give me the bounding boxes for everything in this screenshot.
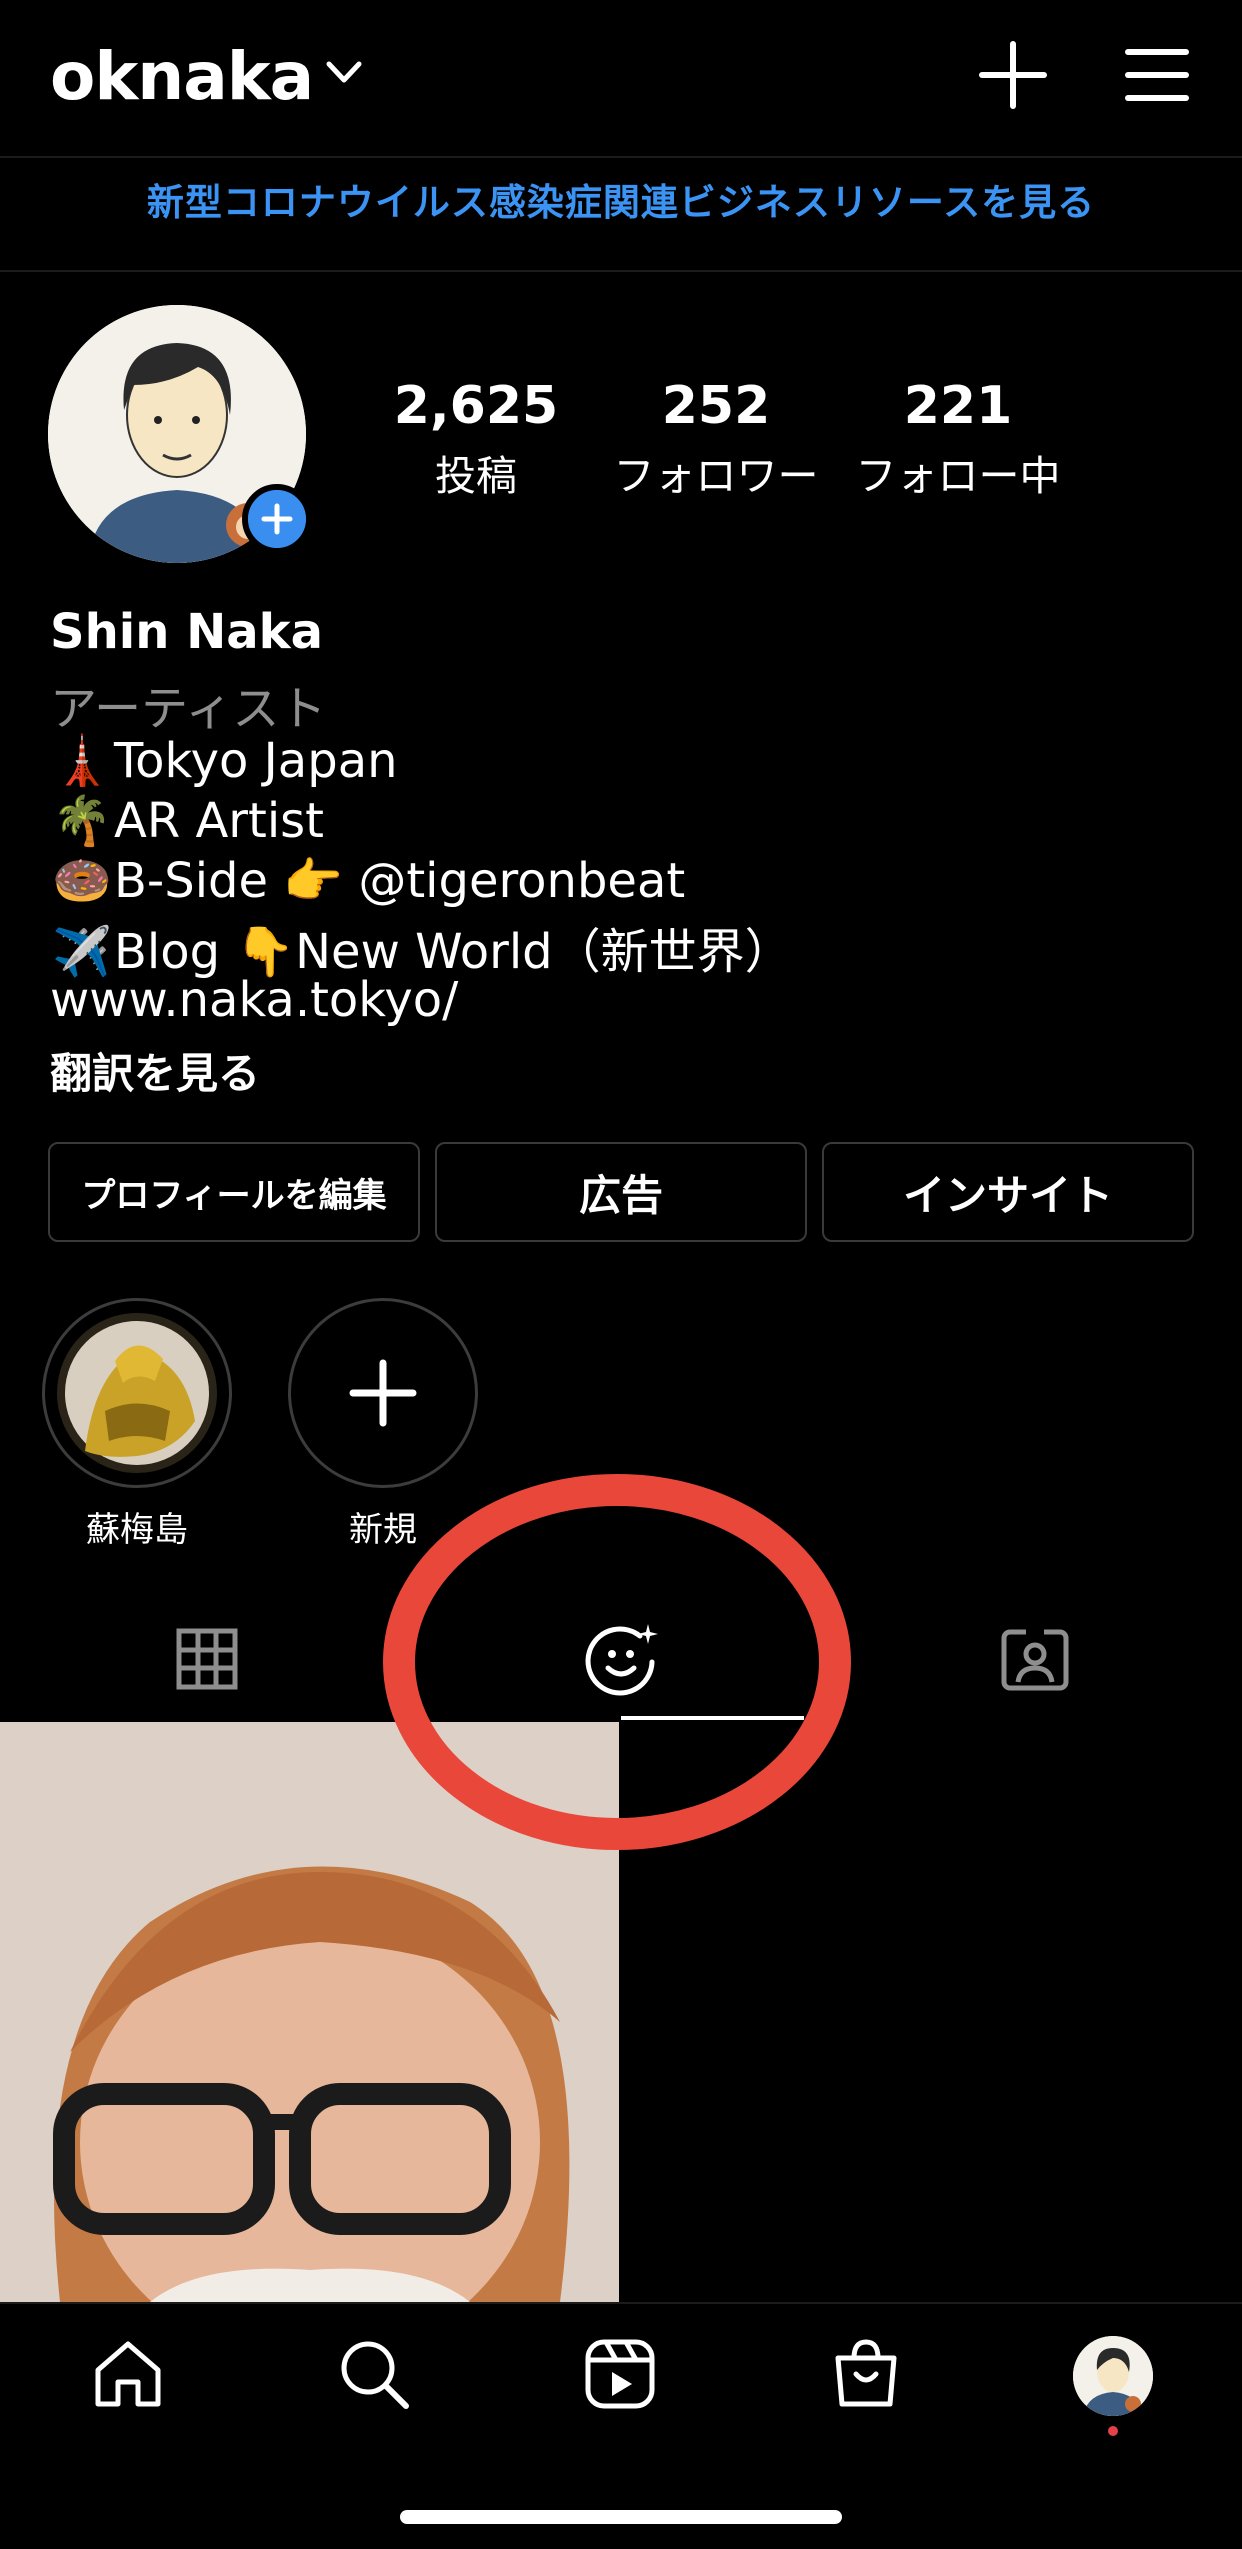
bio-line[interactable]: 🍩B-Side 👉 @tigeronbeat bbox=[50, 852, 685, 909]
tagged-portrait-icon[interactable] bbox=[1000, 1626, 1070, 1692]
avatar-illustration bbox=[1073, 2336, 1153, 2416]
bio-line: 🗼Tokyo Japan bbox=[50, 732, 398, 789]
ads-button[interactable]: 広告 bbox=[435, 1142, 807, 1242]
followers-label[interactable]: フォロワー bbox=[586, 442, 846, 502]
profile-category: アーティスト bbox=[50, 682, 327, 737]
bio-text: AR Artist bbox=[114, 793, 324, 849]
covid-resources-link[interactable]: 新型コロナウイルス感染症関連ビジネスリソースを見る bbox=[0, 172, 1242, 226]
palm-tree-icon: 🌴 bbox=[52, 793, 112, 849]
reels-icon[interactable] bbox=[584, 2338, 656, 2410]
posts-count[interactable]: 2,625 bbox=[346, 376, 606, 436]
following-count[interactable]: 221 bbox=[828, 376, 1088, 436]
plus-icon bbox=[349, 1359, 417, 1427]
menu-icon[interactable] bbox=[1124, 44, 1190, 106]
highlight-new-button[interactable] bbox=[288, 1298, 478, 1488]
profile-tab-avatar[interactable] bbox=[1073, 2336, 1153, 2416]
home-icon[interactable] bbox=[92, 2338, 164, 2410]
bio-text: Tokyo Japan bbox=[114, 733, 398, 789]
grid-icon[interactable] bbox=[176, 1628, 238, 1690]
posts-label[interactable]: 投稿 bbox=[346, 442, 606, 502]
ads-label: 広告 bbox=[578, 1170, 663, 1220]
edit-profile-label: プロフィールを編集 bbox=[81, 1175, 387, 1216]
website-link[interactable]: www.naka.tokyo/ bbox=[50, 972, 458, 1028]
highlight-cover-image bbox=[57, 1313, 217, 1473]
insights-button[interactable]: インサイト bbox=[822, 1142, 1194, 1242]
insights-label: インサイト bbox=[902, 1170, 1113, 1220]
chevron-down-icon[interactable] bbox=[324, 58, 364, 88]
banner-divider bbox=[0, 270, 1242, 272]
search-icon[interactable] bbox=[338, 2338, 410, 2410]
shop-icon[interactable] bbox=[830, 2336, 902, 2410]
highlight-samui-label[interactable]: 蘇梅島 bbox=[42, 1502, 232, 1551]
followers-count[interactable]: 252 bbox=[586, 376, 846, 436]
bio-line: 🌴AR Artist bbox=[50, 792, 324, 849]
tokyo-tower-icon: 🗼 bbox=[52, 733, 112, 789]
edit-profile-button[interactable]: プロフィールを編集 bbox=[48, 1142, 420, 1242]
create-post-icon[interactable] bbox=[978, 40, 1048, 110]
highlight-samui[interactable] bbox=[42, 1298, 232, 1488]
profile-name: Shin Naka bbox=[50, 604, 323, 660]
header-divider bbox=[0, 156, 1242, 158]
add-story-icon[interactable] bbox=[242, 484, 312, 554]
annotation-circle bbox=[383, 1474, 851, 1850]
home-indicator[interactable] bbox=[400, 2510, 842, 2524]
donut-icon: 🍩 bbox=[52, 853, 112, 909]
notification-dot bbox=[1108, 2426, 1118, 2436]
see-translation-link[interactable]: 翻訳を見る bbox=[50, 1040, 260, 1101]
bio-text[interactable]: B-Side 👉 @tigeronbeat bbox=[114, 853, 685, 909]
following-label[interactable]: フォロー中 bbox=[828, 442, 1088, 502]
account-username[interactable]: oknaka bbox=[50, 38, 314, 115]
